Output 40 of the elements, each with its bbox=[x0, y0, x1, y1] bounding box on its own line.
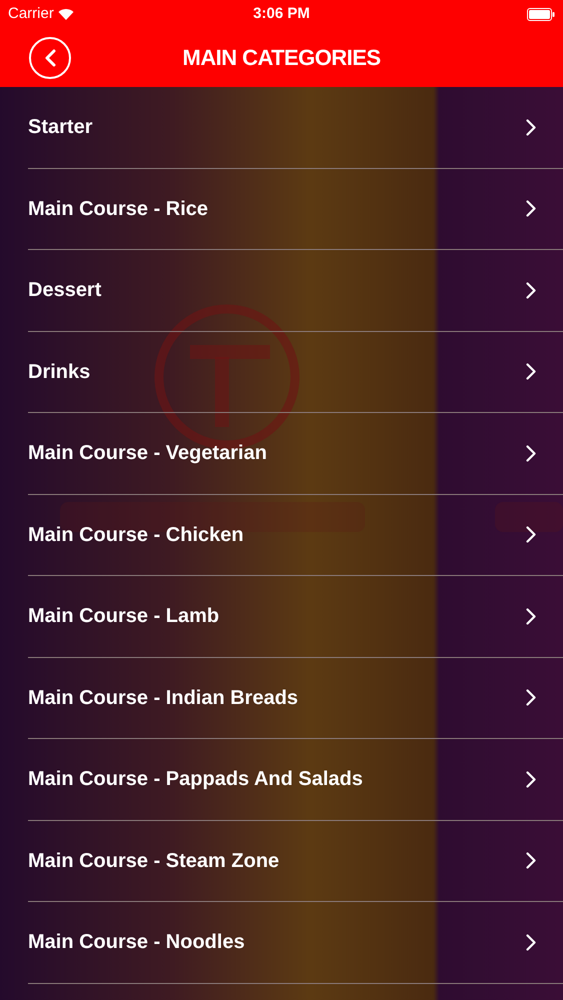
category-label: Main Course - Pappads And Salads bbox=[28, 767, 363, 792]
chevron-right-icon bbox=[526, 608, 536, 625]
category-label: Drinks bbox=[28, 360, 90, 385]
category-row[interactable]: Main Course - Steam Zone bbox=[28, 820, 563, 902]
category-row[interactable]: Starter bbox=[28, 87, 563, 168]
category-label: Main Course - Lamb bbox=[28, 604, 220, 630]
category-row[interactable]: Dessert bbox=[28, 250, 563, 332]
chevron-left-icon bbox=[44, 48, 56, 66]
category-label: Main Course - Vegetarian bbox=[28, 441, 267, 466]
screen-title: MAIN CATEGORIES bbox=[182, 44, 380, 72]
category-label: Main Course - Rice bbox=[28, 196, 208, 222]
clock-time: 3:06 PM bbox=[253, 4, 310, 24]
chevron-right-icon bbox=[526, 852, 536, 870]
chevron-right-icon bbox=[526, 689, 536, 706]
back-button[interactable] bbox=[29, 36, 71, 78]
category-row[interactable]: Main Course - Pappads And Salads bbox=[28, 739, 563, 820]
category-label: Main Course - Steam Zone bbox=[28, 848, 280, 874]
category-row[interactable]: Main Course - Lamb bbox=[28, 576, 563, 658]
category-row[interactable]: Main Course - Rice bbox=[28, 168, 563, 250]
category-label: Main Course - Noodles bbox=[28, 930, 245, 956]
category-row[interactable]: Main Course - Chicken bbox=[28, 494, 563, 576]
category-row[interactable]: Drinks bbox=[28, 332, 563, 413]
category-label: Starter bbox=[28, 115, 92, 140]
category-row[interactable]: Main Course - Indian Breads bbox=[28, 658, 563, 739]
category-label: Main Course - Indian Breads bbox=[28, 686, 298, 711]
chevron-right-icon bbox=[526, 444, 536, 462]
category-row[interactable]: Main Course - Noodles bbox=[28, 902, 563, 984]
chevron-right-icon bbox=[526, 282, 536, 299]
chevron-right-icon bbox=[526, 118, 536, 136]
category-label: Main Course - Chicken bbox=[28, 522, 244, 548]
category-label: Dessert bbox=[28, 278, 102, 304]
wifi-icon bbox=[58, 8, 74, 20]
chevron-right-icon bbox=[526, 770, 536, 788]
chevron-right-icon bbox=[526, 526, 536, 544]
chevron-right-icon bbox=[526, 363, 536, 380]
carrier-label: Carrier bbox=[8, 4, 54, 24]
battery-icon bbox=[527, 8, 555, 20]
category-row[interactable]: Main Course - Vegetarian bbox=[28, 413, 563, 494]
chevron-right-icon bbox=[526, 200, 536, 218]
chevron-right-icon bbox=[526, 934, 536, 951]
